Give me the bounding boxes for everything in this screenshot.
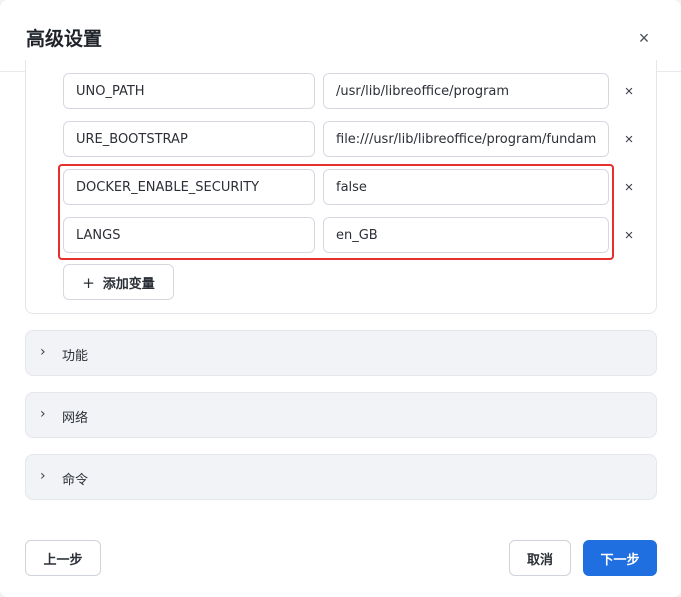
- env-row: ×: [26, 121, 658, 157]
- dialog-title: 高级设置: [26, 28, 103, 50]
- env-row: ×: [26, 169, 658, 205]
- env-row: ×: [26, 73, 658, 109]
- chevron-right-icon: ›: [40, 344, 46, 360]
- close-icon[interactable]: ×: [632, 26, 656, 50]
- remove-icon[interactable]: ×: [617, 175, 641, 199]
- next-step-button[interactable]: 下一步: [583, 540, 657, 576]
- chevron-right-icon: ›: [40, 406, 46, 422]
- prev-step-button[interactable]: 上一步: [25, 540, 101, 576]
- env-value-input[interactable]: [323, 121, 609, 157]
- env-value-input[interactable]: [323, 73, 609, 109]
- advanced-settings-dialog: 高级设置 × × × × × + 添加变量 › 功能: [0, 0, 681, 597]
- env-key-input[interactable]: [63, 73, 315, 109]
- section-label: 网络: [62, 411, 89, 426]
- env-value-input[interactable]: [323, 169, 609, 205]
- section-features[interactable]: › 功能: [25, 330, 657, 376]
- remove-icon[interactable]: ×: [617, 79, 641, 103]
- cancel-button[interactable]: 取消: [509, 540, 571, 576]
- chevron-right-icon: ›: [40, 468, 46, 484]
- env-value-input[interactable]: [323, 217, 609, 253]
- env-row: ×: [26, 217, 658, 253]
- plus-icon: +: [82, 273, 95, 292]
- add-variable-label: 添加变量: [102, 276, 155, 292]
- env-key-input[interactable]: [63, 217, 315, 253]
- add-variable-button[interactable]: + 添加变量: [63, 264, 174, 300]
- remove-icon[interactable]: ×: [617, 223, 641, 247]
- section-network[interactable]: › 网络: [25, 392, 657, 438]
- env-variables-panel: × × × × + 添加变量: [25, 60, 657, 314]
- env-key-input[interactable]: [63, 121, 315, 157]
- section-label: 命令: [62, 473, 89, 488]
- env-key-input[interactable]: [63, 169, 315, 205]
- section-command[interactable]: › 命令: [25, 454, 657, 500]
- section-label: 功能: [62, 349, 89, 364]
- remove-icon[interactable]: ×: [617, 127, 641, 151]
